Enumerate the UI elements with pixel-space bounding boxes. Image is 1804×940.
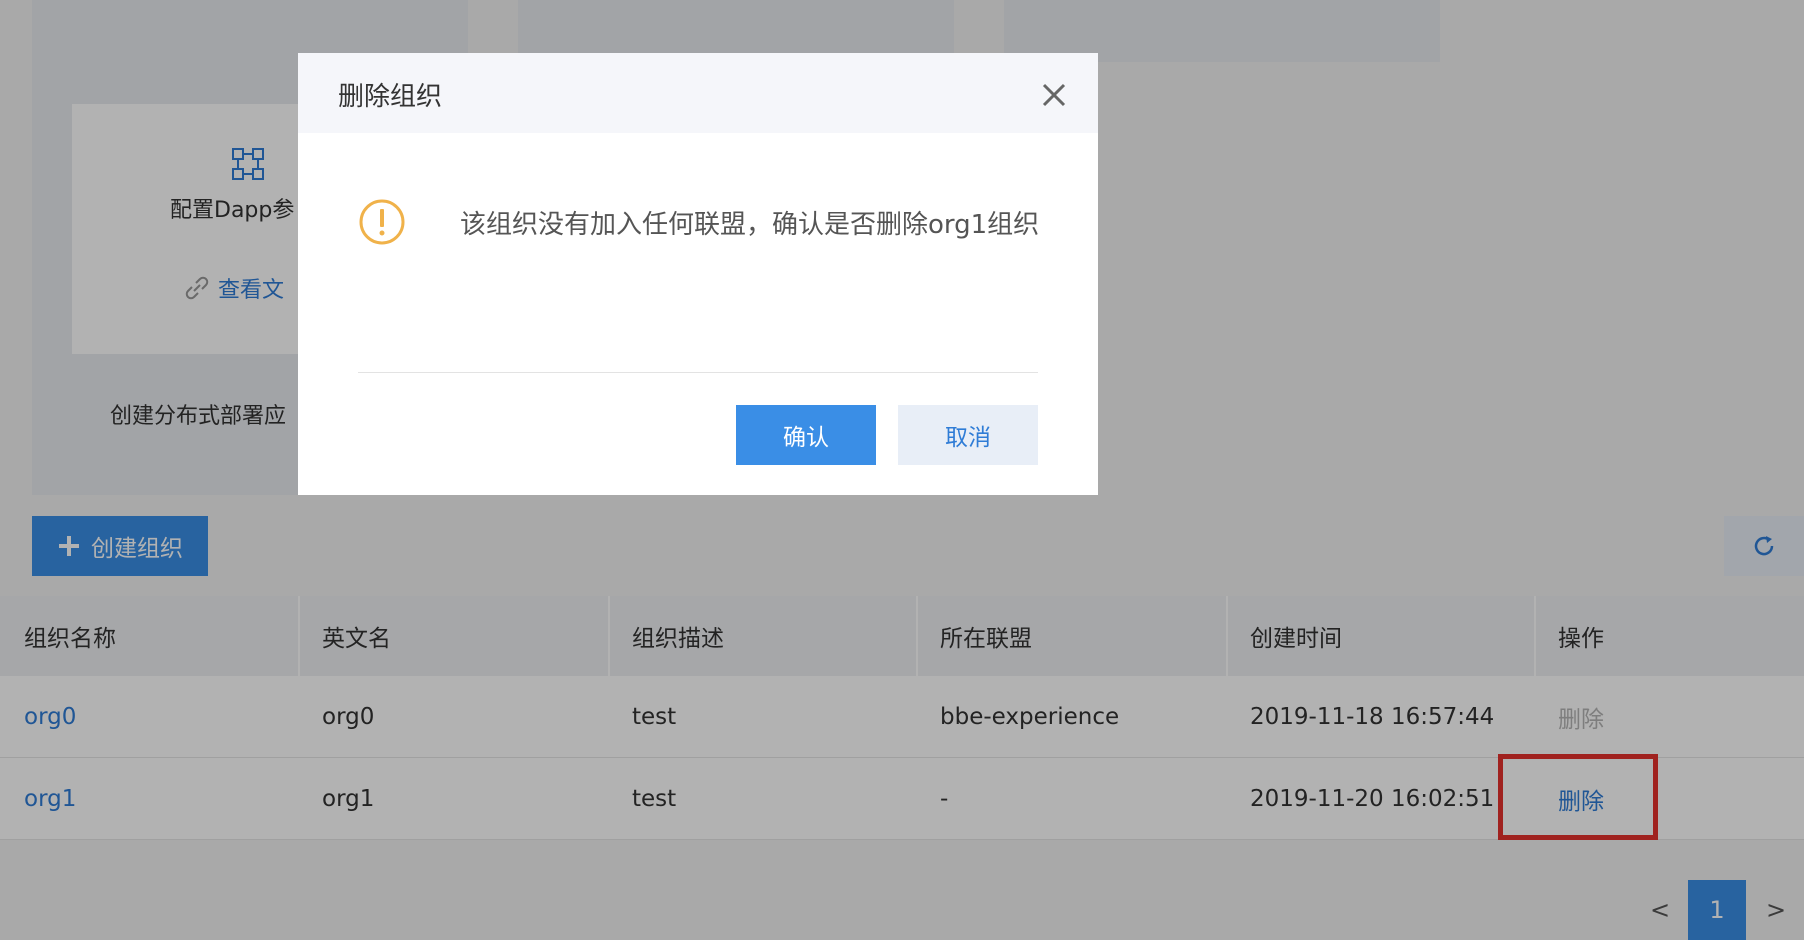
dialog-title: 删除组织 bbox=[338, 82, 443, 112]
page: 配置Dapp参 查看文 创建分布式部署应 创建组织 组织名称 英文名 组织描述 … bbox=[0, 0, 1804, 940]
dialog-message: 该组织没有加入任何联盟，确认是否删除org1组织 bbox=[460, 210, 1040, 240]
close-icon[interactable] bbox=[1040, 81, 1068, 109]
dialog-divider bbox=[358, 372, 1038, 373]
warning-icon bbox=[359, 199, 405, 245]
dialog-header: 删除组织 bbox=[298, 53, 1098, 133]
delete-org-dialog: 删除组织 该组织没有加入任何联盟，确认是否删除org1组织 确认 取消 bbox=[298, 53, 1098, 495]
confirm-button[interactable]: 确认 bbox=[736, 405, 876, 465]
cancel-button[interactable]: 取消 bbox=[898, 405, 1038, 465]
